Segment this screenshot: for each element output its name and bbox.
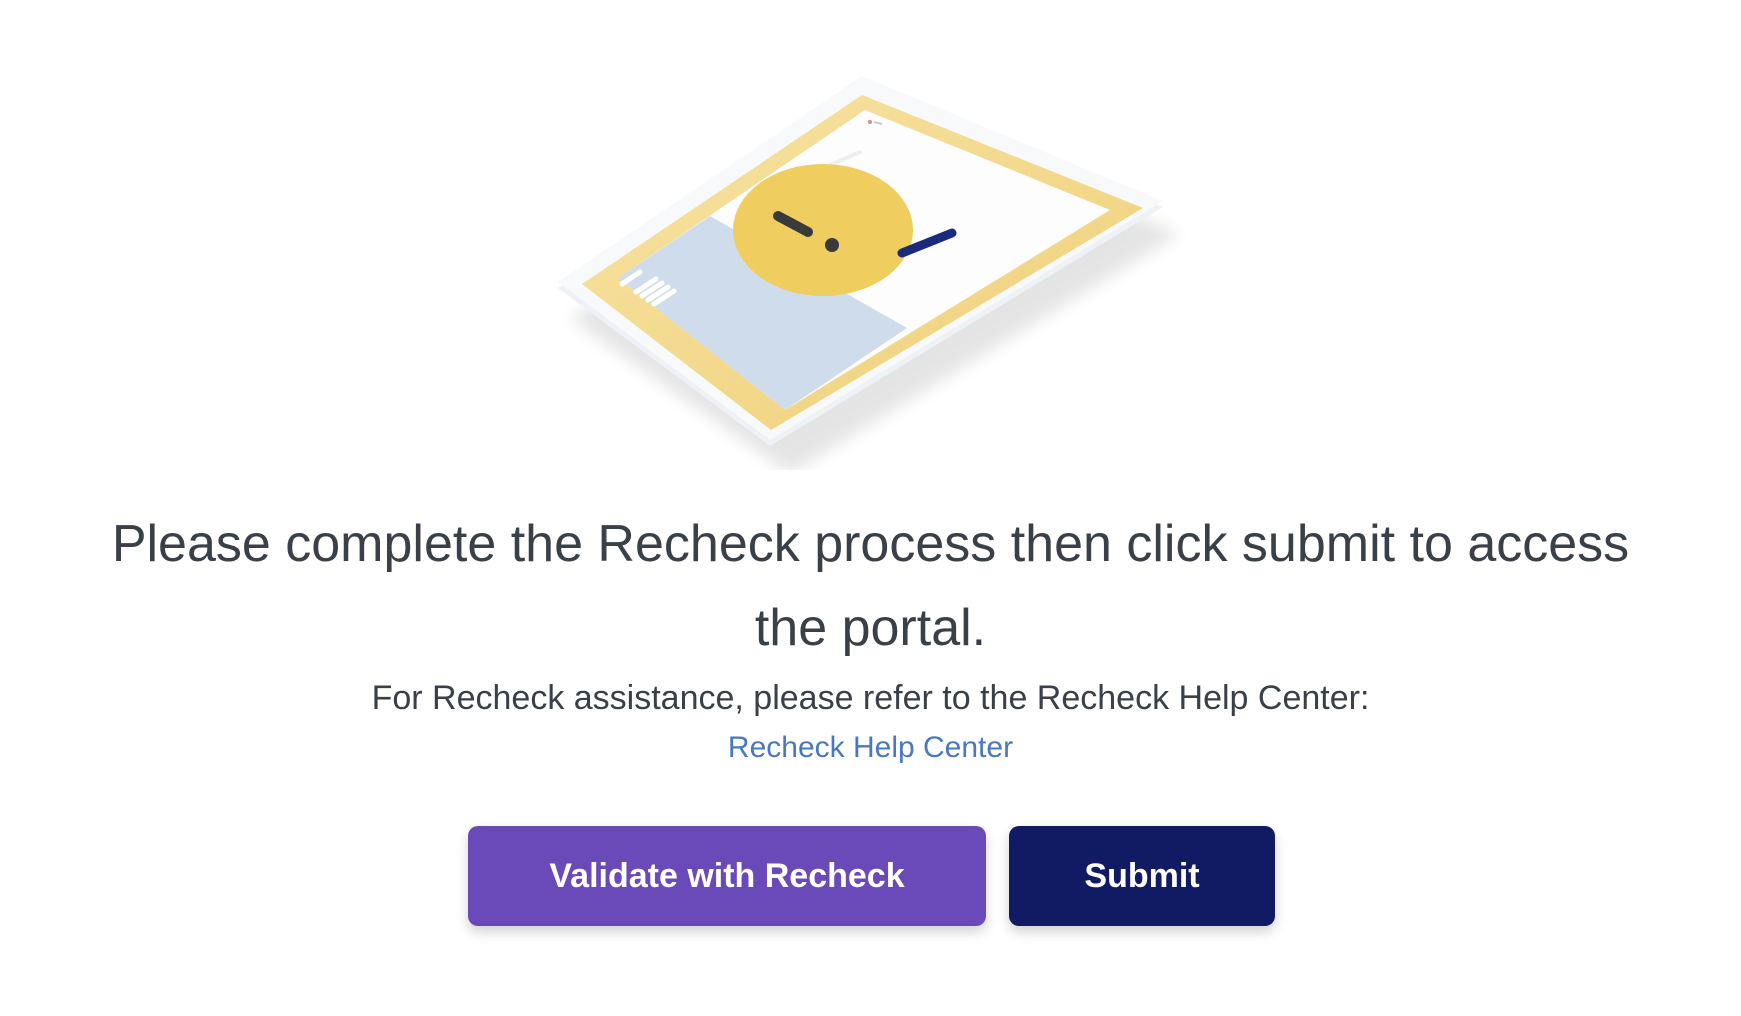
help-link-container: Recheck Help Center <box>0 728 1741 768</box>
page-message: Please complete the Recheck process then… <box>0 502 1741 670</box>
assistance-text: For Recheck assistance, please refer to … <box>371 679 1370 717</box>
validate-with-recheck-button[interactable]: Validate with Recheck <box>468 826 986 926</box>
help-center-link[interactable]: Recheck Help Center <box>728 731 1013 764</box>
message-line-2: the portal. <box>754 599 987 657</box>
recheck-page: Please complete the Recheck process then… <box>0 0 1741 1016</box>
tablet-warning-illustration <box>558 76 1180 470</box>
submit-button[interactable]: Submit <box>1009 826 1275 926</box>
message-line-1: Please complete the Recheck process then… <box>111 515 1630 573</box>
warning-circle <box>733 164 913 296</box>
